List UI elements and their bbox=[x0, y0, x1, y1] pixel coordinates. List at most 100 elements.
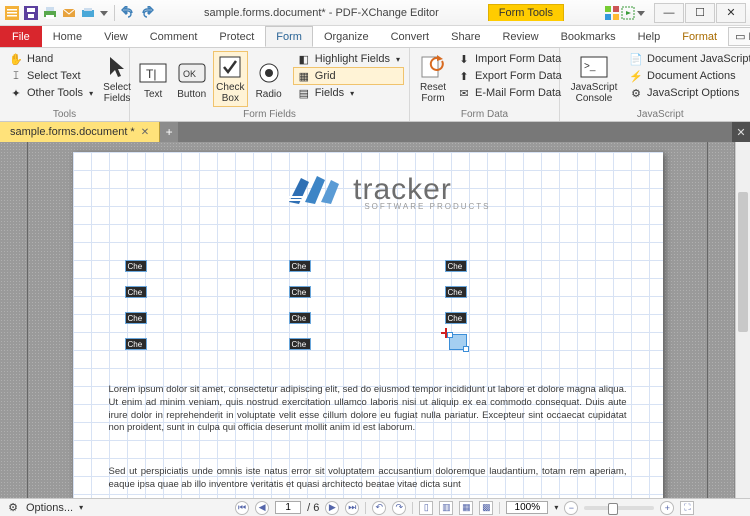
titlebar: sample.forms.document* - PDF-XChange Edi… bbox=[0, 0, 750, 26]
form-field[interactable]: Che bbox=[289, 338, 311, 350]
tab-protect[interactable]: Protect bbox=[208, 26, 265, 47]
form-field[interactable]: Che bbox=[445, 312, 467, 324]
layout-facing-cont-icon[interactable]: ▩ bbox=[479, 501, 493, 515]
ui-options-icon[interactable] bbox=[604, 5, 620, 21]
form-field[interactable]: Che bbox=[289, 312, 311, 324]
console-icon: >_ bbox=[580, 54, 608, 80]
page-number-input[interactable] bbox=[275, 501, 301, 514]
highlight-fields[interactable]: ◧Highlight Fields▾ bbox=[294, 51, 403, 67]
form-field[interactable]: Che bbox=[125, 260, 147, 272]
form-field[interactable]: Che bbox=[445, 286, 467, 298]
fields-menu[interactable]: ▤Fields▾ bbox=[294, 85, 403, 101]
nav-fwd-button[interactable]: ↷ bbox=[392, 501, 406, 515]
zoom-slider[interactable] bbox=[584, 506, 654, 510]
paragraph: Lorem ipsum dolor sit amet, consectetur … bbox=[109, 384, 627, 435]
highlight-icon: ◧ bbox=[297, 52, 311, 66]
document-canvas[interactable]: tracker SOFTWARE PRODUCTS Che Che Che Ch… bbox=[28, 142, 707, 498]
ribbon-group-tools: ✋Hand 𝙸Select Text ✦Other Tools▾ Select … bbox=[0, 48, 130, 121]
hand-tool[interactable]: ✋Hand bbox=[6, 51, 96, 67]
form-field[interactable]: Che bbox=[289, 260, 311, 272]
button-field-button[interactable]: OKButton bbox=[174, 51, 209, 107]
options-button[interactable]: Options... bbox=[26, 502, 73, 514]
tab-review[interactable]: Review bbox=[491, 26, 549, 47]
close-tab-icon[interactable]: ✕ bbox=[141, 127, 149, 138]
tab-bookmarks[interactable]: Bookmarks bbox=[550, 26, 627, 47]
zoom-in-button[interactable]: + bbox=[660, 501, 674, 515]
document-javascript[interactable]: 📄Document JavaScript bbox=[626, 51, 750, 67]
tab-form[interactable]: Form bbox=[265, 26, 313, 47]
other-tools[interactable]: ✦Other Tools▾ bbox=[6, 85, 96, 101]
export-form-data[interactable]: ⬆Export Form Data bbox=[454, 68, 565, 84]
tab-file[interactable]: File bbox=[0, 26, 42, 47]
email-form-data[interactable]: ✉E-Mail Form Data bbox=[454, 85, 565, 101]
close-button[interactable]: ✕ bbox=[716, 3, 746, 23]
next-page-button[interactable]: ▶ bbox=[325, 501, 339, 515]
document-actions[interactable]: ⚡Document Actions bbox=[626, 68, 750, 84]
zoom-out-button[interactable]: − bbox=[564, 501, 578, 515]
layout-continuous-icon[interactable]: ▥ bbox=[439, 501, 453, 515]
javascript-options[interactable]: ⚙JavaScript Options bbox=[626, 85, 750, 101]
scan-icon[interactable] bbox=[80, 5, 96, 21]
page-total: / 6 bbox=[307, 502, 319, 514]
reset-form-button[interactable]: Reset Form bbox=[416, 51, 450, 107]
form-field[interactable]: Che bbox=[289, 286, 311, 298]
tab-share[interactable]: Share bbox=[440, 26, 491, 47]
prev-page-button[interactable]: ◀ bbox=[255, 501, 269, 515]
doc-js-icon: 📄 bbox=[629, 52, 643, 66]
minimize-button[interactable]: — bbox=[654, 3, 684, 23]
import-form-data[interactable]: ⬇Import Form Data bbox=[454, 51, 565, 67]
tab-view[interactable]: View bbox=[93, 26, 139, 47]
form-field[interactable]: Che bbox=[445, 260, 467, 272]
first-page-button[interactable]: ⏮ bbox=[235, 501, 249, 515]
ribbon-group-javascript: >_JavaScript Console 📄Document JavaScrip… bbox=[560, 48, 750, 121]
form-field[interactable]: Che bbox=[125, 312, 147, 324]
layout-single-icon[interactable]: ▯ bbox=[419, 501, 433, 515]
select-text-tool[interactable]: 𝙸Select Text bbox=[6, 68, 96, 84]
menubar: File Home View Comment Protect Form Orga… bbox=[0, 26, 750, 48]
redo-icon[interactable] bbox=[139, 5, 155, 21]
new-field-selection[interactable] bbox=[449, 334, 467, 350]
radio-field-button[interactable]: Radio bbox=[252, 51, 286, 107]
email-icon[interactable] bbox=[61, 5, 77, 21]
tab-help[interactable]: Help bbox=[627, 26, 672, 47]
js-console-button[interactable]: >_JavaScript Console bbox=[566, 51, 622, 107]
layout-facing-icon[interactable]: ▦ bbox=[459, 501, 473, 515]
save-icon[interactable] bbox=[23, 5, 39, 21]
paragraph: Sed ut perspiciatis unde omnis iste natu… bbox=[109, 466, 627, 492]
chevron-down-icon: ▾ bbox=[89, 89, 93, 98]
print-icon[interactable] bbox=[42, 5, 58, 21]
qat-dropdown2-icon[interactable] bbox=[636, 5, 646, 21]
tab-organize[interactable]: Organize bbox=[313, 26, 380, 47]
export-icon: ⬆ bbox=[457, 69, 471, 83]
tab-comment[interactable]: Comment bbox=[139, 26, 209, 47]
last-page-button[interactable]: ⏭ bbox=[345, 501, 359, 515]
document-tab[interactable]: sample.forms.document *✕ bbox=[0, 122, 160, 142]
form-field[interactable]: Che bbox=[125, 338, 147, 350]
window-title: sample.forms.document* - PDF-XChange Edi… bbox=[155, 7, 488, 19]
gutter-right bbox=[707, 142, 735, 498]
text-field-icon: T| bbox=[139, 59, 167, 87]
tab-home[interactable]: Home bbox=[42, 26, 93, 47]
button-field-icon: OK bbox=[178, 59, 206, 87]
nav-back-button[interactable]: ↶ bbox=[372, 501, 386, 515]
app-menu-icon[interactable] bbox=[4, 5, 20, 21]
select-fields-button[interactable]: Select Fields bbox=[100, 51, 134, 107]
close-all-tabs-button[interactable]: ✕ bbox=[732, 122, 750, 142]
logo-subtitle: SOFTWARE PRODUCTS bbox=[364, 202, 490, 211]
qat-dropdown-icon[interactable] bbox=[99, 5, 109, 21]
maximize-button[interactable]: ☐ bbox=[685, 3, 715, 23]
checkbox-field-button[interactable]: Check Box bbox=[213, 51, 247, 107]
tab-convert[interactable]: Convert bbox=[380, 26, 441, 47]
zoom-input[interactable] bbox=[506, 501, 548, 514]
text-field-button[interactable]: T|Text bbox=[136, 51, 170, 107]
launch-app-icon[interactable] bbox=[620, 5, 636, 21]
undo-icon[interactable] bbox=[120, 5, 136, 21]
tab-format[interactable]: Format bbox=[671, 26, 728, 47]
add-tab-button[interactable]: + bbox=[160, 122, 178, 142]
vertical-scrollbar[interactable] bbox=[735, 142, 750, 498]
text-cursor-icon: 𝙸 bbox=[9, 69, 23, 83]
find-button[interactable]: ▭Find... bbox=[728, 27, 750, 46]
form-field[interactable]: Che bbox=[125, 286, 147, 298]
fit-page-icon[interactable]: ⛶ bbox=[680, 501, 694, 515]
grid-toggle[interactable]: ▦Grid bbox=[294, 68, 403, 84]
